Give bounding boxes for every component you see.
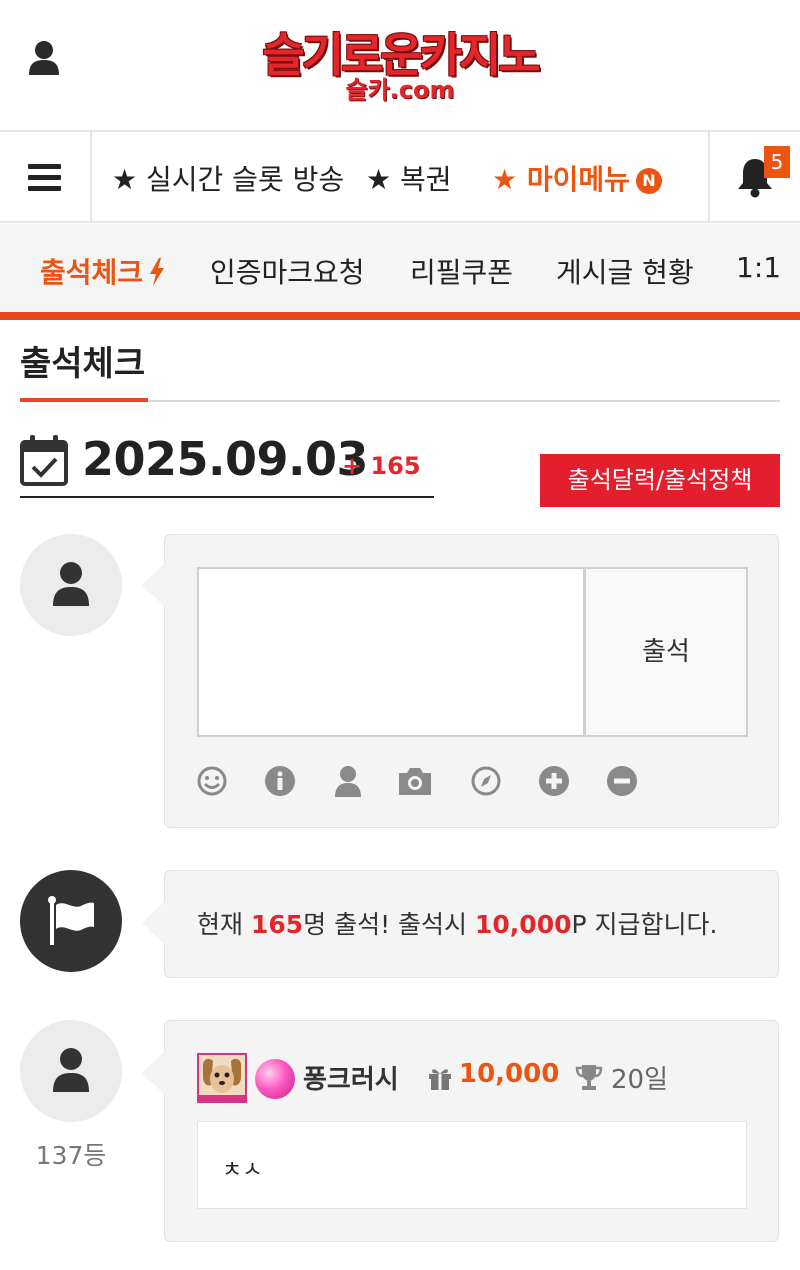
entry-points: 10,000 — [459, 1059, 560, 1089]
hamburger-icon[interactable] — [0, 132, 92, 221]
reward-points: 10,000 — [475, 910, 572, 939]
dog-avatar-icon — [199, 1055, 245, 1101]
attendance-date: 2025.09.03 — [82, 432, 369, 486]
user-icon[interactable] — [332, 765, 364, 797]
camera-icon[interactable] — [396, 765, 434, 797]
primary-nav-items: ★ 실시간 슬롯 방송 ★ 복권 ★ 마이메뉴 N — [92, 132, 710, 221]
attendee-delta: + 165 — [342, 452, 421, 480]
attendance-form: 출석 — [142, 534, 779, 828]
user-icon — [53, 1048, 89, 1092]
attendance-notice: 현재 165명 출석! 출석시 10,000P 지급합니다. — [142, 870, 779, 978]
mymenu-label: ★ 마이메뉴 — [492, 163, 630, 196]
logo-title: 슬기로운카지노 — [262, 28, 540, 82]
entry-streak-days: 20일 — [611, 1065, 669, 1095]
bubble-tail — [142, 563, 165, 607]
plus-circle-icon[interactable] — [538, 765, 570, 797]
avatar — [20, 1020, 122, 1122]
nav-item-live-slot[interactable]: ★ 실시간 슬롯 방송 — [112, 158, 344, 198]
minus-circle-icon[interactable] — [606, 765, 638, 797]
attendance-calendar-button[interactable]: 출석달력/출석정책 — [540, 454, 780, 507]
notice-prefix: 현재 — [197, 910, 251, 939]
site-logo[interactable]: 슬기로운카지노 슬카.com — [250, 28, 550, 108]
member-level-image — [197, 1053, 247, 1103]
title-underline — [20, 398, 148, 402]
attendance-comment-input[interactable] — [197, 567, 585, 737]
page-title: 출석체크 — [20, 344, 146, 384]
notification-count-badge: 5 — [764, 146, 790, 178]
compass-icon[interactable] — [470, 765, 502, 797]
calendar-icon — [20, 435, 68, 486]
nav-item-lottery[interactable]: ★ 복권 — [366, 158, 452, 198]
notice-text: 현재 165명 출석! 출석시 10,000P 지급합니다. — [197, 905, 717, 941]
attend-submit-button[interactable]: 출석 — [584, 567, 748, 737]
tab-post-status[interactable]: 게시글 현황 — [556, 251, 694, 291]
notice-suffix: P 지급합니다. — [571, 910, 718, 939]
notification-button[interactable]: 5 — [708, 132, 800, 221]
primary-nav: ★ 실시간 슬롯 방송 ★ 복권 ★ 마이메뉴 N 5 — [0, 130, 800, 223]
bubble-tail — [142, 1051, 165, 1095]
bubble-tail — [142, 901, 165, 945]
entry-comment: ㅊㅅ — [222, 1158, 263, 1183]
site-header: 슬기로운카지노 슬카.com — [0, 0, 800, 130]
trophy-icon — [575, 1065, 603, 1090]
new-badge: N — [635, 168, 662, 194]
tab-attendance[interactable]: 출석체크 — [40, 251, 165, 291]
user-icon — [53, 562, 89, 606]
tab-refill-coupon[interactable]: 리필쿠폰 — [410, 251, 513, 291]
entry-rank: 137등 — [35, 1141, 107, 1170]
lightning-icon — [150, 258, 165, 286]
gift-icon — [429, 1069, 451, 1090]
attendee-count: 165 — [250, 910, 304, 939]
info-icon[interactable] — [264, 765, 296, 797]
notice-avatar — [20, 870, 122, 972]
entry-comment-box: ㅊㅅ — [197, 1121, 747, 1209]
tab-one-on-one[interactable]: 1:1 — [736, 251, 781, 284]
nav-item-mymenu[interactable]: ★ 마이메뉴 N — [492, 158, 662, 198]
member-nickname[interactable]: 퐁크러시 — [303, 1059, 399, 1096]
flag-icon — [48, 896, 94, 945]
attendance-entry: 퐁크러시 10,000 20일 ㅊㅅ — [142, 1020, 779, 1242]
candy-level-icon — [255, 1059, 295, 1099]
tab-attendance-label: 출석체크 — [40, 256, 144, 289]
secondary-nav: 출석체크 인증마크요청 리필쿠폰 게시글 현황 1:1 — [0, 224, 800, 312]
nav-divider — [0, 312, 800, 320]
smile-icon[interactable] — [196, 765, 228, 797]
user-icon[interactable] — [28, 40, 60, 76]
notice-middle: 명 출석! 출석시 — [303, 910, 476, 939]
date-header: 2025.09.03 + 165 — [20, 430, 434, 498]
avatar — [20, 534, 122, 636]
tab-verification-request[interactable]: 인증마크요청 — [210, 251, 365, 291]
